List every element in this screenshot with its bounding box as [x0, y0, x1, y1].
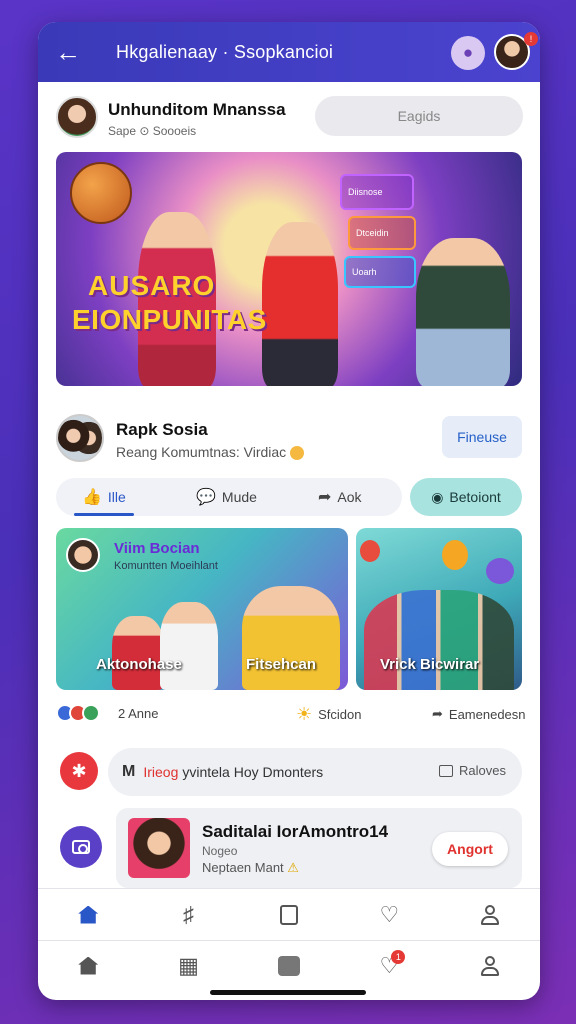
- author-subtitle: Sape ⊙ Soooeis: [108, 124, 197, 138]
- neon-sign: Dtceidin: [348, 216, 416, 250]
- active-tab-indicator: [74, 513, 134, 516]
- bottom-nav-primary: ♯ ♡: [38, 888, 540, 940]
- community-avatar[interactable]: [56, 414, 104, 462]
- basketball-icon: [70, 162, 132, 224]
- compose-row: ✱ M Irieog yvintela Hoy Dmonters Raloves: [56, 748, 526, 798]
- m-icon: M: [122, 763, 136, 780]
- follow-button[interactable]: Fineuse: [442, 416, 522, 458]
- like-button[interactable]: 👍 Ille: [82, 478, 126, 516]
- post-stats: 2 Anne ☀ Sfcidon ➦ Eamenedesn: [56, 702, 526, 728]
- balloon-icon: [360, 540, 380, 562]
- shares-item[interactable]: ➦ Eamenedesn: [432, 706, 526, 722]
- arrow-left-icon[interactable]: ←: [54, 38, 82, 66]
- profile-icon[interactable]: [470, 897, 510, 933]
- lightbulb-icon[interactable]: ●: [451, 36, 485, 70]
- promo-row: Saditalai IorAmontro14 Nogeo Neptaen Man…: [56, 808, 526, 890]
- promo-subtitle: Nogeo: [202, 844, 238, 858]
- comment-icon: 💬: [196, 489, 216, 506]
- neon-sign: Uoarh: [344, 256, 416, 288]
- heart-icon[interactable]: ♡: [369, 897, 409, 933]
- promo-thumbnail: [128, 818, 190, 878]
- community-card[interactable]: Vrick Bicwirar: [356, 528, 522, 690]
- banner-headline: EIONPUNITAS: [72, 304, 267, 335]
- pin-icon[interactable]: ✱: [60, 752, 98, 790]
- community-name[interactable]: Rapk Sosia: [116, 420, 208, 440]
- post-banner-image[interactable]: Diisnose Dtceidin Uoarh AUSARO EIONPUNIT…: [56, 152, 522, 386]
- compose-input[interactable]: M Irieog yvintela Hoy Dmonters Raloves: [108, 748, 522, 796]
- reaction-icons[interactable]: [56, 704, 100, 722]
- reviews-button[interactable]: Raloves: [439, 763, 506, 778]
- camera-icon[interactable]: [60, 826, 102, 868]
- promo-subtitle: Neptaen Mant ⚠: [202, 860, 299, 875]
- promo-title: Saditalai IorAmontro14: [202, 822, 389, 841]
- status-item[interactable]: ☀ Sfcidon: [296, 704, 362, 724]
- banner-person: [416, 238, 510, 386]
- profile-icon[interactable]: [470, 948, 510, 984]
- promo-card[interactable]: Saditalai IorAmontro14 Nogeo Neptaen Man…: [116, 808, 522, 888]
- card-label: Aktonohase: [96, 656, 182, 673]
- banner-person: [262, 222, 338, 386]
- warning-icon: ⚠: [287, 860, 299, 875]
- neon-sign: Diisnose: [340, 174, 414, 210]
- support-button[interactable]: ◉ Betoiont: [410, 478, 522, 516]
- card-people: [364, 590, 514, 690]
- notification-badge: 1: [391, 949, 406, 964]
- support-icon: ◉: [431, 488, 444, 505]
- app-title: Hkgalienaay · Ssopkancioi: [116, 42, 334, 62]
- square-icon[interactable]: [269, 948, 309, 984]
- thumbs-up-icon: 👍: [82, 489, 102, 506]
- home-icon[interactable]: [68, 948, 108, 984]
- home-indicator[interactable]: [210, 990, 366, 995]
- camera-save-icon[interactable]: ▦: [169, 948, 209, 984]
- care-reaction-icon: [82, 704, 100, 722]
- likes-count[interactable]: 2 Anne: [118, 706, 159, 721]
- box-icon: [439, 764, 454, 777]
- card-subtitle: Komuntten Moeihlant: [114, 560, 218, 572]
- balloon-icon: [442, 540, 468, 570]
- card-avatar: [66, 538, 100, 572]
- card-label: Vrick Bicwirar: [380, 656, 480, 673]
- heart-icon[interactable]: ♡ 1: [369, 948, 409, 984]
- share-icon: ➦: [318, 489, 332, 506]
- bookmark-icon[interactable]: ♯: [169, 897, 209, 933]
- promo-action-button[interactable]: Angort: [432, 832, 508, 866]
- share-icon: ➦: [432, 706, 443, 721]
- banner-headline: AUSARO: [88, 270, 216, 301]
- author-avatar[interactable]: [56, 96, 98, 138]
- share-button[interactable]: ➦ Aok: [318, 478, 362, 516]
- eagids-button[interactable]: Eagids: [315, 96, 523, 136]
- author-name[interactable]: Unhunditom Mnanssa: [108, 100, 286, 120]
- home-icon[interactable]: [68, 897, 108, 933]
- bottom-nav-secondary: ▦ ♡ 1: [38, 940, 540, 990]
- phone-screen: ← Hkgalienaay · Ssopkancioi ● ! Unhundit…: [38, 22, 540, 1000]
- post-actions: 👍 Ille 💬 Mude ➦ Aok: [56, 478, 402, 516]
- community-card[interactable]: Viim Bocian Komuntten Moeihlant Aktonoha…: [56, 528, 348, 690]
- top-app-bar: ← Hkgalienaay · Ssopkancioi ● !: [38, 22, 540, 82]
- card-person: [242, 586, 340, 690]
- coin-icon: [290, 446, 305, 461]
- community-subtitle: Reang Komumtnas: Virdiac: [116, 444, 305, 461]
- sun-icon: ☀: [296, 704, 313, 724]
- comment-button[interactable]: 💬 Mude: [196, 478, 257, 516]
- card-label: Fitsehcan: [246, 656, 317, 673]
- notification-badge: !: [524, 32, 538, 46]
- edit-icon[interactable]: [269, 897, 309, 933]
- balloon-icon: [486, 558, 514, 584]
- card-title: Viim Bocian: [114, 540, 200, 557]
- card-person: [112, 616, 164, 690]
- card-person: [160, 602, 218, 690]
